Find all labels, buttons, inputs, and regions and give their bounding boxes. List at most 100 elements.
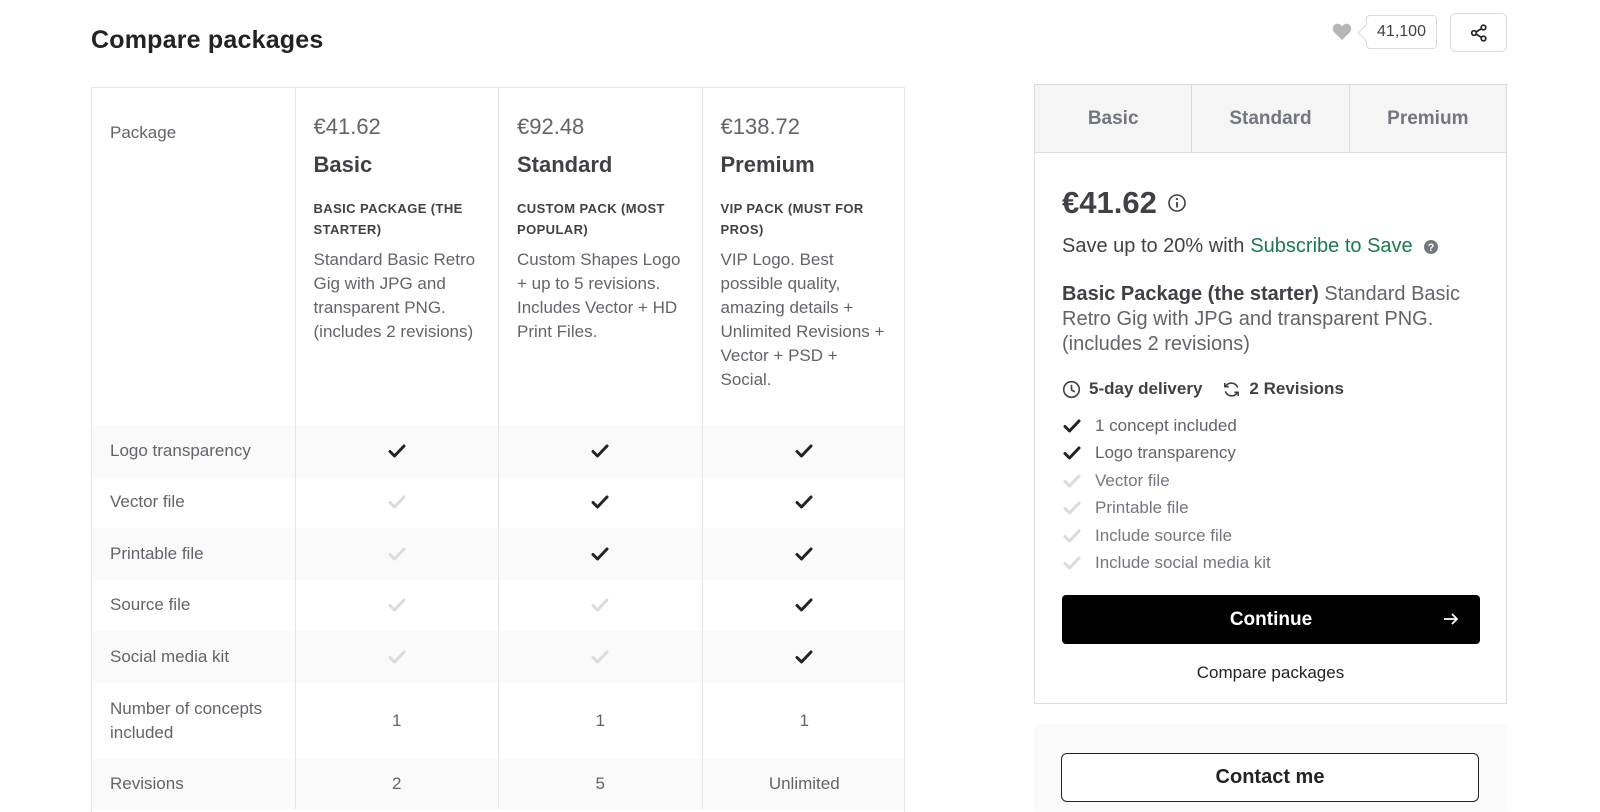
feature-label: Logo transparency xyxy=(1095,443,1236,463)
row-label: Vector file xyxy=(92,476,296,528)
row-label-text: Number of concepts included xyxy=(110,698,263,742)
row-value-text: 1 xyxy=(799,710,809,730)
package-price: €41.62 xyxy=(1062,185,1157,220)
share-icon xyxy=(1470,23,1487,42)
tab-premium[interactable]: Premium xyxy=(1348,85,1506,152)
row-value xyxy=(499,579,703,631)
check-icon xyxy=(590,544,610,564)
contact-section: Contact me xyxy=(1034,724,1507,812)
list-item: 1 concept included xyxy=(1062,412,1480,440)
check-disabled-icon xyxy=(1062,553,1082,573)
row-value xyxy=(296,631,499,683)
compare-packages-link[interactable]: Compare packages xyxy=(1035,663,1506,683)
check-disabled-icon xyxy=(590,647,610,667)
row-value-text: 5 xyxy=(595,773,605,793)
package-name: Basic xyxy=(313,152,373,177)
compare-table: Package €41.62 Basic BASIC PACKAGE (THE … xyxy=(91,87,905,812)
package-description: Basic Package (the starter) Standard Bas… xyxy=(1062,282,1480,357)
row-label: Social media kit xyxy=(92,631,296,683)
arrow-right-icon xyxy=(1444,613,1459,625)
check-disabled-icon xyxy=(590,595,610,615)
table-row: Source file xyxy=(92,579,904,631)
delivery-time: 5-day delivery xyxy=(1062,379,1202,399)
row-value: 1 xyxy=(499,682,703,759)
feature-label: Include social media kit xyxy=(1095,553,1271,573)
list-item: Vector file xyxy=(1062,467,1480,495)
row-value: 1 xyxy=(296,682,499,759)
row-value-text: 2 xyxy=(392,773,402,793)
package-feature-list: 1 concept included Logo transparency Vecto… xyxy=(1062,412,1480,577)
check-icon xyxy=(794,544,814,564)
row-value: 5 xyxy=(499,758,703,809)
check-disabled-icon xyxy=(387,492,407,512)
info-icon[interactable] xyxy=(1167,193,1187,213)
package-price: €41.62 xyxy=(313,114,381,139)
check-disabled-icon xyxy=(1062,526,1082,546)
check-disabled-icon xyxy=(387,544,407,564)
table-row-concepts: Number of concepts included 1 1 1 xyxy=(92,682,905,759)
tab-standard[interactable]: Standard xyxy=(1191,85,1349,152)
package-price: €138.72 xyxy=(720,114,801,139)
check-disabled-icon xyxy=(387,647,407,667)
row-label: Source file xyxy=(92,579,296,631)
package-description: Standard Basic Retro Gig with JPG and tr… xyxy=(313,250,476,341)
row-value-text: Unlimited xyxy=(768,773,840,793)
table-row: Printable file xyxy=(92,528,904,580)
refresh-icon xyxy=(1224,381,1240,397)
svg-text:?: ? xyxy=(1427,241,1434,253)
check-icon xyxy=(590,441,610,461)
row-label-text: Social media kit xyxy=(110,646,230,666)
revisions-info: 2 Revisions xyxy=(1222,379,1344,399)
row-label-text: Source file xyxy=(110,595,191,615)
package-name: Premium xyxy=(720,152,815,177)
delivery-text: 5-day delivery xyxy=(1089,379,1203,398)
help-icon[interactable]: ? xyxy=(1423,239,1439,255)
list-item: Include social media kit xyxy=(1062,550,1480,578)
heart-icon[interactable] xyxy=(1331,21,1353,41)
package-title: CUSTOM PACK (MOST POPULAR) xyxy=(517,201,665,237)
check-disabled-icon xyxy=(1062,471,1082,491)
list-item: Printable file xyxy=(1062,495,1480,523)
price-line: €41.62 xyxy=(1062,185,1480,221)
package-description: Custom Shapes Logo + up to 5 revisions. … xyxy=(517,250,681,341)
row-value: 1 xyxy=(703,683,905,759)
package-label-cell: Package xyxy=(92,88,296,425)
row-value xyxy=(499,528,703,580)
revisions-text: 2 Revisions xyxy=(1249,379,1344,398)
row-label: Printable file xyxy=(92,528,296,580)
package-details: €41.62 Save up to 20% with Subscribe to … xyxy=(1062,185,1480,577)
package-name: Standard xyxy=(517,152,613,177)
row-label-text: Logo transparency xyxy=(110,440,251,460)
share-button[interactable] xyxy=(1450,13,1507,52)
tab-basic[interactable]: Basic xyxy=(1035,85,1192,152)
package-description: VIP Logo. Best possible quality, amazing… xyxy=(720,250,885,389)
check-icon xyxy=(794,647,814,667)
feature-label: 1 concept included xyxy=(1095,415,1237,435)
row-value xyxy=(296,528,499,580)
feature-label: Include source file xyxy=(1095,525,1233,545)
package-tabs: Basic Standard Premium xyxy=(1035,85,1506,153)
continue-button[interactable]: Continue xyxy=(1062,595,1480,644)
feature-label: Vector file xyxy=(1095,470,1170,490)
row-value xyxy=(703,631,905,683)
contact-me-button[interactable]: Contact me xyxy=(1061,753,1479,802)
check-icon xyxy=(590,492,610,512)
row-value xyxy=(499,631,703,683)
table-row-revisions: Revisions 2 5 Unlimited xyxy=(92,758,904,809)
package-column-premium: €138.72 Premium VIP PACK (MUST FOR PROS)… xyxy=(703,88,905,425)
subscribe-link[interactable]: Subscribe to Save xyxy=(1250,235,1412,258)
table-header-row: Package €41.62 Basic BASIC PACKAGE (THE … xyxy=(92,88,904,425)
subscribe-line: Save up to 20% with Subscribe to Save ? xyxy=(1062,235,1480,258)
row-value: 2 xyxy=(296,758,499,809)
feature-label: Printable file xyxy=(1095,498,1189,518)
package-price: €92.48 xyxy=(517,114,585,139)
check-icon xyxy=(794,441,814,461)
row-value xyxy=(703,477,905,529)
check-disabled-icon xyxy=(1062,498,1082,518)
row-label-text: Revisions xyxy=(110,773,184,793)
row-value xyxy=(499,476,703,528)
row-value-text: 1 xyxy=(595,710,605,730)
favorites-count: 41,100 xyxy=(1366,15,1437,49)
row-label: Logo transparency xyxy=(92,425,296,477)
check-icon xyxy=(794,492,814,512)
